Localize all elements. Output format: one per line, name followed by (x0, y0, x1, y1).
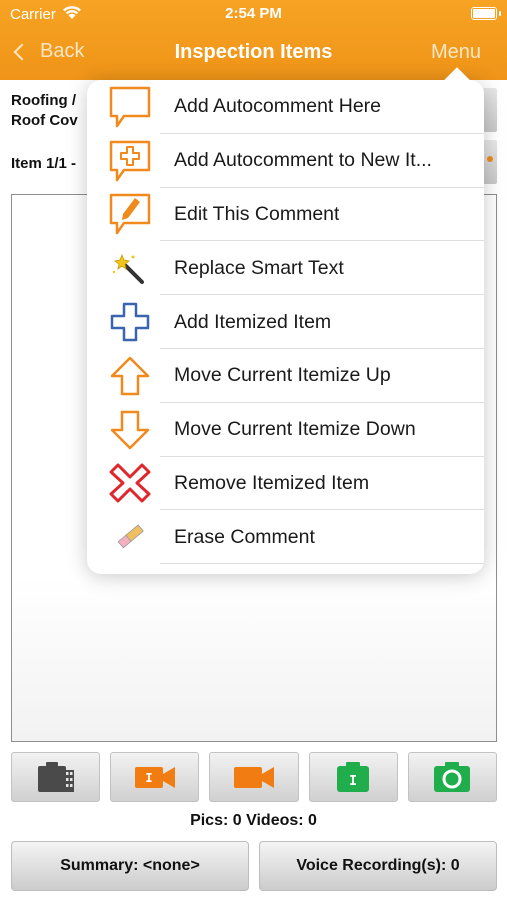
arrow-down-icon (110, 410, 150, 449)
menu-popover: Add Autocomment Here Add Autocomment to … (87, 80, 484, 574)
comment-plus-icon (109, 140, 151, 181)
side-button-item[interactable] (483, 140, 497, 184)
arrow-up-icon (110, 356, 150, 396)
menu-item-label: Erase Comment (174, 525, 315, 548)
menu-item-label: Add Itemized Item (174, 310, 332, 333)
comment-bubble-icon (109, 86, 151, 128)
video-text-icon: I (134, 767, 175, 788)
menu-item-add-autocomment-new[interactable]: Add Autocomment to New It... (87, 134, 484, 188)
menu-item-label: Move Current Itemize Up (174, 364, 391, 387)
menu-button[interactable]: Menu (431, 41, 481, 64)
video-camera-icon (234, 767, 274, 788)
svg-text:I: I (349, 774, 357, 789)
photo-gallery-button[interactable] (11, 752, 101, 802)
menu-item-label: Remove Itemized Item (174, 471, 370, 494)
navigation-bar: Back Inspection Items Menu (0, 30, 507, 76)
svg-text:I: I (145, 771, 152, 785)
video-text-button[interactable]: I (110, 752, 200, 802)
bottom-button-row: Summary: <none> Voice Recording(s): 0 (11, 841, 497, 891)
clock-time: 2:54 PM (225, 5, 282, 22)
comment-pencil-icon (109, 194, 151, 235)
remove-x-icon (109, 463, 151, 503)
battery-icon (471, 7, 501, 20)
menu-item-move-up[interactable]: Move Current Itemize Up (87, 349, 484, 403)
item-counter: Item 1/1 - (11, 155, 77, 172)
menu-item-add-autocomment-here[interactable]: Add Autocomment Here (87, 80, 484, 134)
magic-wand-icon (112, 254, 144, 285)
breadcrumb: Roofing / Roof Cov (11, 91, 78, 131)
menu-item-erase-comment[interactable]: Erase Comment (87, 510, 484, 564)
menu-item-label: Replace Smart Text (174, 256, 344, 279)
camera-text-button[interactable]: I (308, 752, 398, 802)
voice-recording-button[interactable]: Voice Recording(s): 0 (259, 841, 497, 891)
summary-button[interactable]: Summary: <none> (11, 841, 249, 891)
menu-list: Add Autocomment Here Add Autocomment to … (87, 80, 484, 564)
plus-outline-icon (110, 302, 150, 342)
side-button-top[interactable] (483, 88, 497, 132)
menu-item-label: Move Current Itemize Down (174, 418, 416, 441)
menu-item-move-down[interactable]: Move Current Itemize Down (87, 403, 484, 457)
menu-item-label: Edit This Comment (174, 202, 340, 225)
camera-text-icon: I (337, 762, 370, 792)
camera-button[interactable] (407, 752, 498, 802)
menu-item-label: Add Autocomment Here (174, 95, 382, 118)
header-bar: Carrier 2:54 PM Back Inspection Items Me… (0, 0, 507, 80)
camera-icon (434, 762, 471, 792)
menu-item-remove-itemized[interactable]: Remove Itemized Item (87, 457, 484, 511)
breadcrumb-line-1: Roofing / (11, 92, 76, 109)
photo-gallery-icon (37, 762, 74, 792)
menu-item-label: Add Autocomment to New It... (174, 149, 432, 172)
breadcrumb-line-2: Roof Cov (11, 112, 78, 129)
status-bar: Carrier 2:54 PM (0, 0, 507, 28)
eraser-icon (117, 524, 144, 549)
media-counts: Pics: 0 Videos: 0 (190, 812, 317, 829)
menu-item-edit-comment[interactable]: Edit This Comment (87, 188, 484, 242)
video-camera-button[interactable] (209, 752, 299, 802)
menu-item-replace-smart-text[interactable]: Replace Smart Text (87, 241, 484, 295)
menu-item-add-itemized[interactable]: Add Itemized Item (87, 295, 484, 349)
media-toolbar: I I (11, 752, 498, 802)
